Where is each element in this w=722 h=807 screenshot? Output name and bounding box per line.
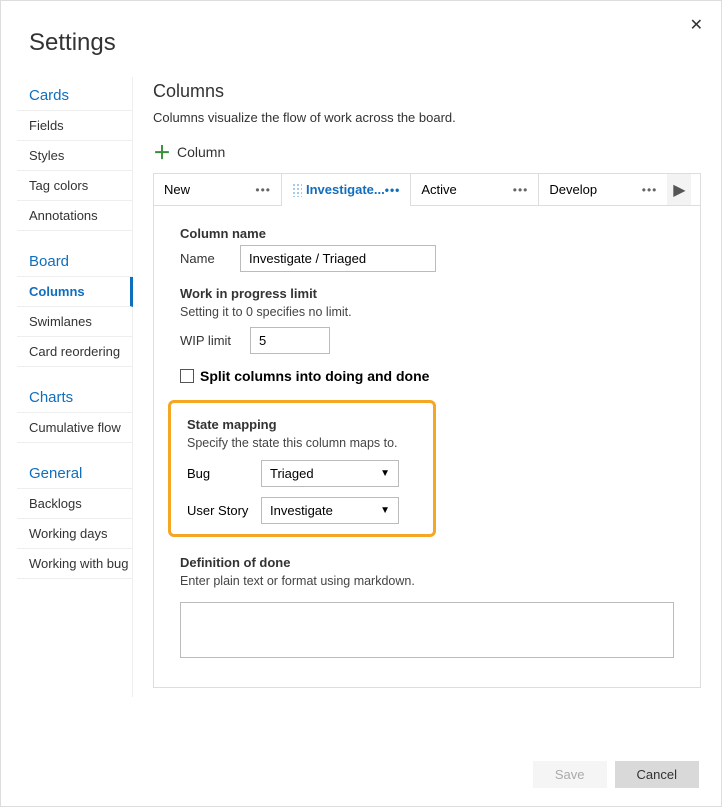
sidebar-item-working-with-bug[interactable]: Working with bug xyxy=(17,549,132,579)
split-columns-checkbox[interactable]: Split columns into doing and done xyxy=(180,368,674,384)
tab-investigate[interactable]: Investigate... ••• xyxy=(282,174,411,205)
tab-develop[interactable]: Develop ••• xyxy=(539,174,667,205)
state-mapping-highlight: State mapping Specify the state this col… xyxy=(168,400,436,537)
tab-label: Investigate... xyxy=(306,182,385,197)
dialog-title: Settings xyxy=(1,1,721,57)
bug-state-select[interactable]: Triaged ▼ xyxy=(261,460,399,487)
split-label: Split columns into doing and done xyxy=(200,368,429,384)
sidebar-group-general[interactable]: General xyxy=(17,455,132,489)
tab-active[interactable]: Active ••• xyxy=(411,174,539,205)
tab-new[interactable]: New ••• xyxy=(154,174,282,205)
column-name-section: Column name xyxy=(180,226,674,241)
chevron-down-icon: ▼ xyxy=(380,505,390,516)
wip-section: Work in progress limit xyxy=(180,286,674,301)
settings-sidebar: Cards Fields Styles Tag colors Annotatio… xyxy=(1,77,133,697)
sidebar-group-board[interactable]: Board xyxy=(17,243,132,277)
sidebar-item-cumulative-flow[interactable]: Cumulative flow xyxy=(17,413,132,443)
dod-section: Definition of done xyxy=(180,555,674,570)
definition-of-done-input[interactable] xyxy=(180,602,674,658)
ellipsis-icon[interactable]: ••• xyxy=(385,183,401,197)
ellipsis-icon[interactable]: ••• xyxy=(255,183,271,197)
add-column-label: Column xyxy=(177,144,225,160)
user-story-label: User Story xyxy=(187,503,249,518)
select-value: Triaged xyxy=(270,466,314,481)
state-mapping-section: State mapping xyxy=(187,417,417,432)
scroll-right-button[interactable]: ▶ xyxy=(667,174,691,205)
sidebar-item-styles[interactable]: Styles xyxy=(17,141,132,171)
sidebar-item-card-reordering[interactable]: Card reordering xyxy=(17,337,132,367)
user-story-state-select[interactable]: Investigate ▼ xyxy=(261,497,399,524)
tab-label: Develop xyxy=(549,182,597,197)
wip-label: WIP limit xyxy=(180,333,236,348)
ellipsis-icon[interactable]: ••• xyxy=(513,183,529,197)
sidebar-item-backlogs[interactable]: Backlogs xyxy=(17,489,132,519)
sidebar-item-tag-colors[interactable]: Tag colors xyxy=(17,171,132,201)
sidebar-group-charts[interactable]: Charts xyxy=(17,379,132,413)
tab-label: New xyxy=(164,182,190,197)
page-heading: Columns xyxy=(153,81,701,102)
add-column-button[interactable]: ＋ Column xyxy=(153,139,701,165)
plus-icon: ＋ xyxy=(153,139,171,165)
wip-limit-input[interactable] xyxy=(250,327,330,354)
dod-subtext: Enter plain text or format using markdow… xyxy=(180,574,674,588)
tab-label: Active xyxy=(421,182,456,197)
select-value: Investigate xyxy=(270,503,333,518)
state-mapping-subtext: Specify the state this column maps to. xyxy=(187,436,417,450)
save-button[interactable]: Save xyxy=(533,761,607,788)
sidebar-item-working-days[interactable]: Working days xyxy=(17,519,132,549)
content-area: Columns Columns visualize the flow of wo… xyxy=(133,77,721,697)
wip-subtext: Setting it to 0 specifies no limit. xyxy=(180,305,674,319)
sidebar-item-columns[interactable]: Columns xyxy=(17,277,133,307)
sidebar-item-swimlanes[interactable]: Swimlanes xyxy=(17,307,132,337)
sidebar-item-annotations[interactable]: Annotations xyxy=(17,201,132,231)
sidebar-item-fields[interactable]: Fields xyxy=(17,111,132,141)
column-tabs: New ••• Investigate... ••• Active ••• De… xyxy=(153,173,701,205)
column-name-input[interactable] xyxy=(240,245,436,272)
bug-label: Bug xyxy=(187,466,249,481)
close-icon[interactable]: ✕ xyxy=(690,15,703,35)
column-settings-panel: Column name Name Work in progress limit … xyxy=(153,205,701,688)
sidebar-group-cards[interactable]: Cards xyxy=(17,77,132,111)
cancel-button[interactable]: Cancel xyxy=(615,761,699,788)
dialog-footer: Save Cancel xyxy=(533,761,699,788)
ellipsis-icon[interactable]: ••• xyxy=(642,183,658,197)
checkbox-icon xyxy=(180,369,194,383)
drag-handle-icon[interactable] xyxy=(292,183,302,197)
name-label: Name xyxy=(180,251,226,266)
page-description: Columns visualize the flow of work acros… xyxy=(153,110,701,125)
chevron-down-icon: ▼ xyxy=(380,468,390,479)
